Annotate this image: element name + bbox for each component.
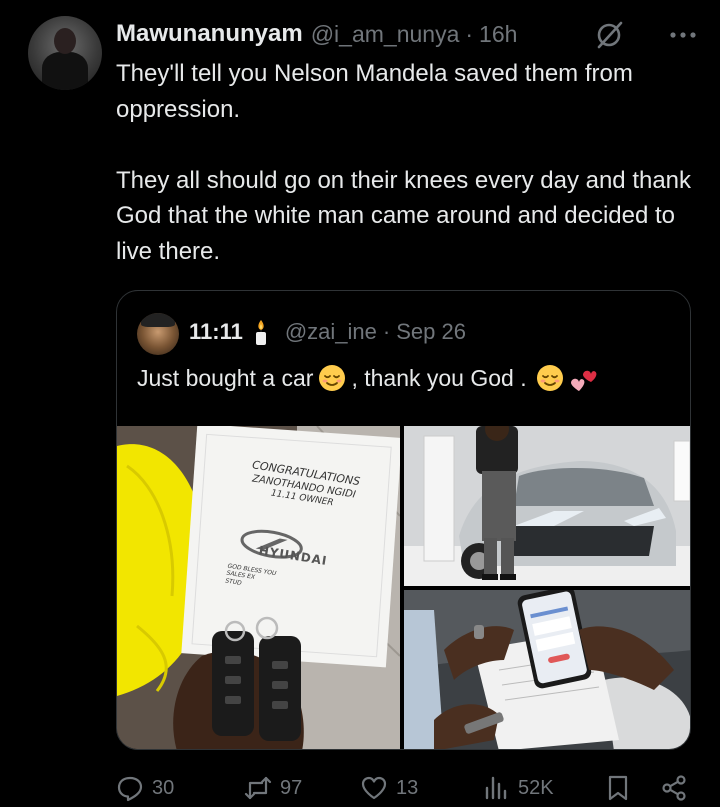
photo-phone-document[interactable] [404, 590, 690, 749]
avatar-head [54, 28, 76, 54]
author-avatar[interactable] [28, 16, 102, 90]
bookmark-button[interactable] [604, 770, 640, 806]
certificate-text: CONGRATULATIONS ZANOTHANDO NGIDI 11.11 O… [203, 454, 391, 609]
reply-button[interactable]: 30 [116, 770, 174, 806]
relieved-face-emoji [319, 365, 346, 391]
two-hearts-emoji [570, 370, 597, 391]
relieved-face-emoji [536, 365, 563, 391]
candle-icon [255, 320, 266, 345]
phone-photo [404, 590, 690, 749]
quoted-media-grid: CONGRATULATIONS ZANOTHANDO NGIDI 11.11 O… [117, 426, 690, 749]
quoted-text-part-1: Just bought a car [137, 364, 314, 391]
quoted-tweet-header: 11:11 @zai_ine · Sep 26 [189, 317, 466, 347]
like-count: 13 [396, 776, 419, 799]
quoted-tweet[interactable]: 11:11 @zai_ine · Sep 26 Just bought a ca… [116, 290, 691, 750]
like-button[interactable]: 13 [360, 770, 418, 806]
repost-icon [244, 776, 272, 800]
repost-count: 97 [280, 776, 303, 799]
quoted-author-avatar[interactable] [137, 313, 179, 355]
views-count: 52K [518, 776, 554, 799]
views-button[interactable]: 52K [482, 770, 554, 806]
quoted-tweet-text: Just bought a car , thank you God . [137, 363, 601, 393]
photo-certificate-keys[interactable]: CONGRATULATIONS ZANOTHANDO NGIDI 11.11 O… [117, 426, 400, 749]
avatar-figure [42, 52, 88, 90]
tweet-time[interactable]: 16h [479, 21, 517, 48]
car-photo [404, 426, 690, 586]
more-options-icon[interactable] [666, 20, 700, 50]
grok-icon[interactable] [594, 20, 624, 50]
tweet-text: They'll tell you Nelson Mandela saved th… [116, 56, 706, 269]
views-chart-icon [485, 776, 507, 800]
reply-icon [117, 776, 143, 802]
quoted-text-part-2: , thank you God . [351, 364, 527, 391]
author-handle[interactable]: @i_am_nunya [311, 21, 460, 48]
share-icon [662, 775, 686, 801]
quoted-tweet-time[interactable]: Sep 26 [396, 319, 466, 345]
share-button[interactable] [660, 770, 696, 806]
quoted-author-name[interactable]: 11:11 [189, 319, 243, 345]
tweet-paragraph-2: They all should go on their knees every … [116, 166, 692, 265]
heart-icon [361, 776, 387, 800]
tweet-paragraph-1: They'll tell you Nelson Mandela saved th… [116, 60, 633, 123]
author-name[interactable]: Mawunanunyam [116, 20, 303, 48]
repost-button[interactable]: 97 [244, 770, 302, 806]
quoted-author-handle[interactable]: @zai_ine [285, 319, 377, 345]
tweet-header: Mawunanunyam @i_am_nunya · 16h [116, 18, 700, 50]
separator-dot: · [465, 20, 474, 47]
bookmark-icon [608, 775, 628, 801]
action-bar: 30 97 13 52K [116, 770, 700, 806]
photo-person-with-car[interactable] [404, 426, 690, 586]
reply-count: 30 [152, 776, 175, 799]
separator-dot: · [382, 319, 391, 344]
